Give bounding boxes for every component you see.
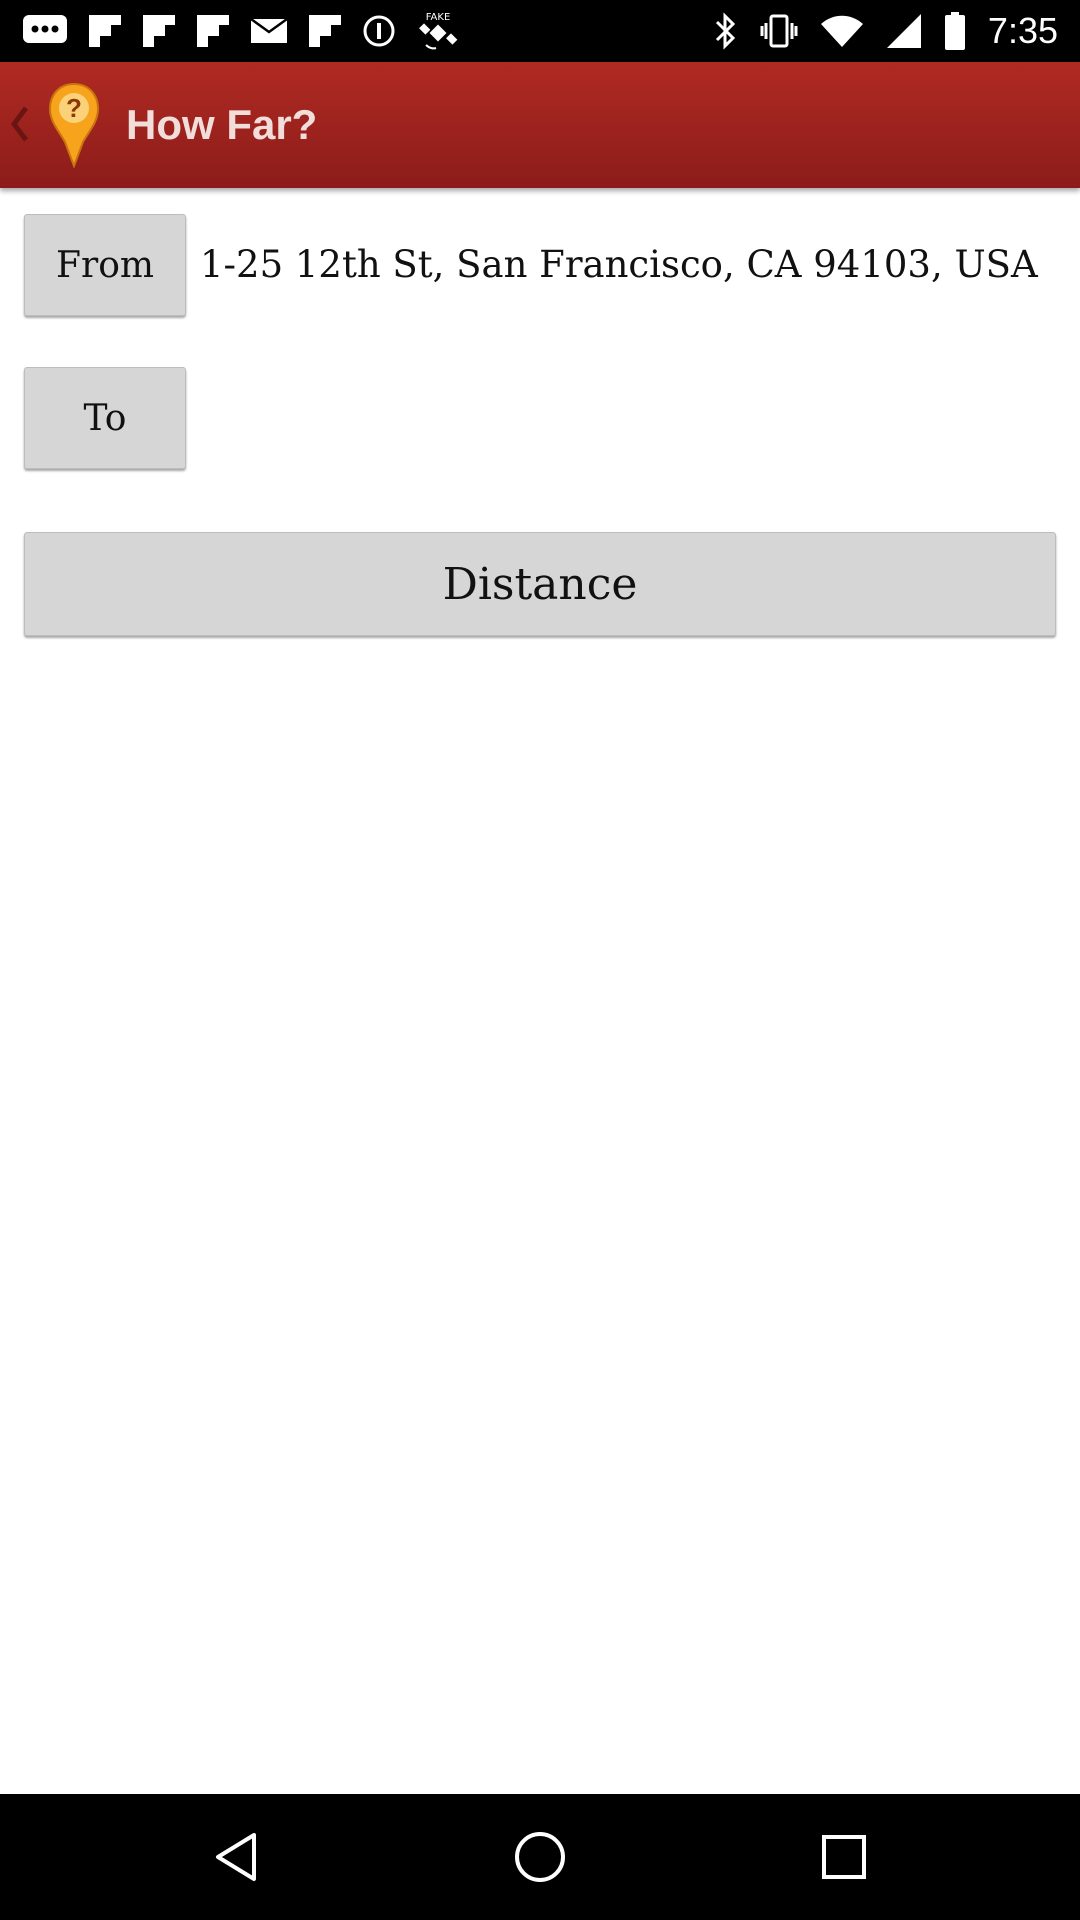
flipboard-icon xyxy=(196,14,230,48)
vibrate-icon xyxy=(760,13,798,49)
recents-square-icon[interactable] xyxy=(804,1817,884,1897)
wifi-icon xyxy=(820,14,864,48)
navigation-bar xyxy=(0,1794,1080,1920)
distance-button[interactable]: Distance xyxy=(24,532,1056,636)
signal-icon xyxy=(886,13,922,49)
flipboard-icon xyxy=(308,14,342,48)
chevron-left-icon[interactable] xyxy=(8,100,32,148)
info-circle-icon xyxy=(362,14,396,48)
flipboard-icon xyxy=(142,14,176,48)
home-circle-icon[interactable] xyxy=(500,1817,580,1897)
fake-gps-satellite-icon: FAKE xyxy=(416,9,460,53)
page-title: How Far? xyxy=(126,101,318,148)
flipboard-icon xyxy=(88,14,122,48)
to-address-field[interactable] xyxy=(200,389,1056,447)
status-time: 7:35 xyxy=(987,10,1058,51)
svg-text:?: ? xyxy=(66,93,82,123)
from-button[interactable]: From xyxy=(24,214,186,316)
system-icons: 7:35 xyxy=(714,0,1058,62)
to-button[interactable]: To xyxy=(24,367,186,469)
from-address-field[interactable]: 1-25 12th St, San Francisco, CA 94103, U… xyxy=(200,236,1070,294)
battery-icon xyxy=(944,11,966,51)
mail-icon xyxy=(250,16,288,46)
map-pin-question-icon[interactable]: ? xyxy=(48,82,100,169)
status-bar: FAKE 7:35 xyxy=(0,0,1080,62)
back-triangle-icon[interactable] xyxy=(196,1817,276,1897)
messaging-icon xyxy=(22,14,68,48)
app-bar: ? How Far? xyxy=(0,62,1080,188)
bluetooth-icon xyxy=(714,12,738,50)
notification-icons: FAKE xyxy=(22,0,460,62)
svg-text:FAKE: FAKE xyxy=(426,12,451,23)
